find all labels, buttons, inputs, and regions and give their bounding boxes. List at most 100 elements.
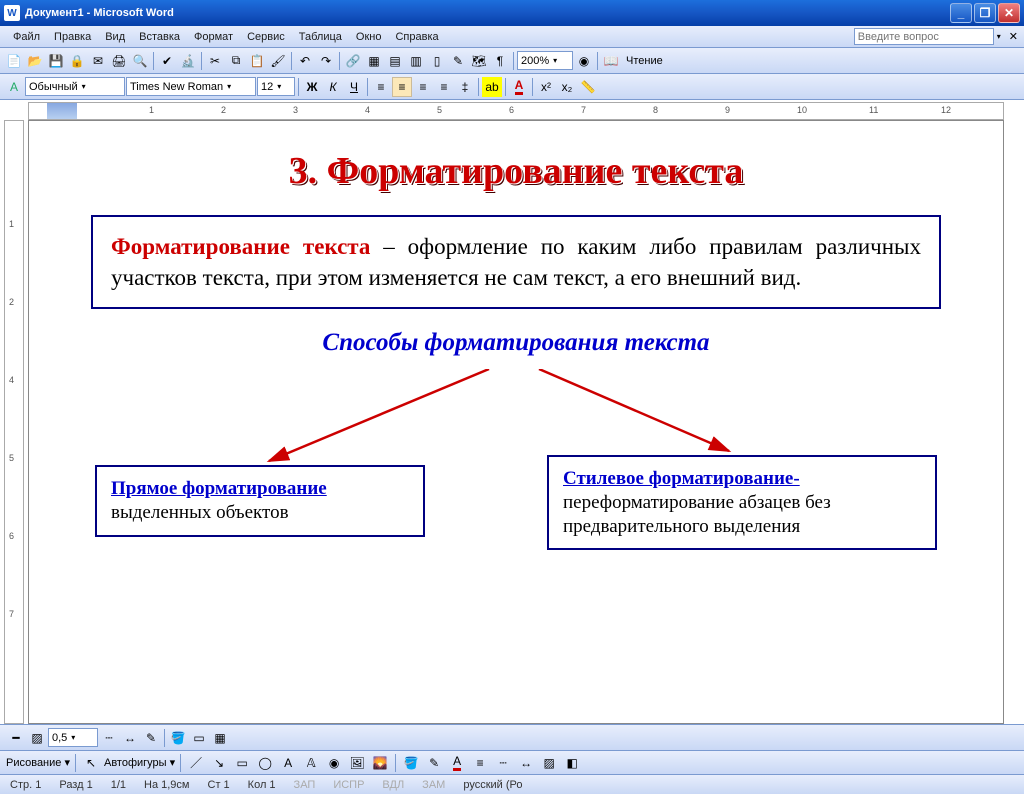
justify-icon[interactable]: ≡	[434, 77, 454, 97]
menu-tools[interactable]: Сервис	[240, 29, 292, 45]
fill-color-icon[interactable]: 🪣	[168, 728, 188, 748]
menu-file[interactable]: Файл	[6, 29, 47, 45]
rect-tool-icon[interactable]: ▭	[232, 753, 252, 773]
minimize-button[interactable]: _	[950, 3, 972, 23]
shadow-icon[interactable]: ▨	[27, 728, 47, 748]
menu-table[interactable]: Таблица	[292, 29, 349, 45]
ruler-h-num: 7	[581, 105, 586, 115]
formatting-toolbar: A Обычный▾ Times New Roman▾ 12▾ Ж К Ч ≡ …	[0, 74, 1024, 100]
docmap-icon[interactable]: 🗺	[469, 51, 489, 71]
reading-label[interactable]: Чтение	[622, 55, 667, 67]
cut-icon[interactable]: ✂	[205, 51, 225, 71]
horizontal-ruler[interactable]: 123456789101112	[28, 102, 1004, 120]
shadow2-icon[interactable]: ▨	[539, 753, 559, 773]
menu-view[interactable]: Вид	[98, 29, 132, 45]
title-bar: W Документ1 - Microsoft Word _ ❐ ✕	[0, 0, 1024, 26]
hyperlink-icon[interactable]: 🔗	[343, 51, 363, 71]
3d-icon[interactable]: ◧	[562, 753, 582, 773]
status-lang[interactable]: русский (Ро	[463, 779, 522, 791]
drawing-icon[interactable]: ✎	[448, 51, 468, 71]
dashstyle-icon[interactable]: ┄	[493, 753, 513, 773]
font-color-icon[interactable]: A	[509, 77, 529, 97]
fill-icon[interactable]: 🪣	[401, 753, 421, 773]
textbox-tool-icon[interactable]: A	[278, 753, 298, 773]
bold-button[interactable]: Ж	[302, 77, 322, 97]
styles-pane-icon[interactable]: A	[4, 77, 24, 97]
underline-button[interactable]: Ч	[344, 77, 364, 97]
close-panel-icon[interactable]: ✕	[1009, 30, 1018, 43]
linecolor-icon[interactable]: ✎	[424, 753, 444, 773]
arrow-style-icon[interactable]: ↔	[120, 728, 140, 748]
lineweight-icon[interactable]: ≡	[470, 753, 490, 773]
menu-format[interactable]: Формат	[187, 29, 240, 45]
insert-table-icon[interactable]: ▤	[385, 51, 405, 71]
page[interactable]: 3. Форматирование текста Форматирование …	[28, 120, 1004, 724]
status-rec[interactable]: ЗАП	[294, 779, 316, 791]
new-icon[interactable]: 📄	[4, 51, 24, 71]
mail-icon[interactable]: ✉	[88, 51, 108, 71]
columns-icon[interactable]: ▯	[427, 51, 447, 71]
border-icon[interactable]: ▭	[189, 728, 209, 748]
ruler-icon[interactable]: 📏	[578, 77, 598, 97]
status-ext[interactable]: ВДЛ	[382, 779, 404, 791]
menu-insert[interactable]: Вставка	[132, 29, 187, 45]
reading-icon[interactable]: 📖	[601, 51, 621, 71]
align-left-icon[interactable]: ≡	[371, 77, 391, 97]
style-combo[interactable]: Обычный▾	[25, 77, 125, 96]
size-combo[interactable]: 12▾	[257, 77, 295, 96]
line-spacing-icon[interactable]: ‡	[455, 77, 475, 97]
print-icon[interactable]: 🖨	[109, 51, 129, 71]
status-ovr[interactable]: ЗАМ	[422, 779, 445, 791]
redo-icon[interactable]: ↷	[316, 51, 336, 71]
superscript-icon[interactable]: x²	[536, 77, 556, 97]
undo-icon[interactable]: ↶	[295, 51, 315, 71]
line-color-icon[interactable]: ✎	[141, 728, 161, 748]
question-dropdown-icon[interactable]: ▾	[997, 32, 1001, 41]
paste-icon[interactable]: 📋	[247, 51, 267, 71]
align-right-icon[interactable]: ≡	[413, 77, 433, 97]
grid-icon[interactable]: ▦	[210, 728, 230, 748]
arrow-tool-icon[interactable]: ↘	[209, 753, 229, 773]
line-weight-combo[interactable]: 0,5▾	[48, 728, 98, 747]
menu-help[interactable]: Справка	[388, 29, 445, 45]
vertical-ruler[interactable]: 124567	[4, 120, 24, 724]
align-center-icon[interactable]: ≡	[392, 77, 412, 97]
highlight-icon[interactable]: ab	[482, 77, 502, 97]
font-combo[interactable]: Times New Roman▾	[126, 77, 256, 96]
zoom-combo[interactable]: 200%▾	[517, 51, 573, 70]
permissions-icon[interactable]: 🔒	[67, 51, 87, 71]
showhide-icon[interactable]: ¶	[490, 51, 510, 71]
select-icon[interactable]: ↖	[81, 753, 101, 773]
close-button[interactable]: ✕	[998, 3, 1020, 23]
excel-icon[interactable]: ▥	[406, 51, 426, 71]
line-dash-icon[interactable]: ┄	[99, 728, 119, 748]
wordart-icon[interactable]: 𝔸	[301, 753, 321, 773]
clipart-icon[interactable]: 🖼	[347, 753, 367, 773]
ask-question: ▾ ✕	[854, 28, 1018, 45]
oval-tool-icon[interactable]: ◯	[255, 753, 275, 773]
status-trk[interactable]: ИСПР	[333, 779, 364, 791]
formatpainter-icon[interactable]: 🖌	[268, 51, 288, 71]
subscript-icon[interactable]: x₂	[557, 77, 577, 97]
open-icon[interactable]: 📂	[25, 51, 45, 71]
diagram-icon[interactable]: ◉	[324, 753, 344, 773]
question-input[interactable]	[854, 28, 994, 45]
table-border-icon[interactable]: ▦	[364, 51, 384, 71]
line-style-icon[interactable]: ━	[6, 728, 26, 748]
preview-icon[interactable]: 🔍	[130, 51, 150, 71]
arrowstyle-icon[interactable]: ↔	[516, 753, 536, 773]
menu-window[interactable]: Окно	[349, 29, 389, 45]
autoshapes-menu[interactable]: Автофигуры ▾	[104, 756, 175, 769]
help-icon[interactable]: ◉	[574, 51, 594, 71]
drawing-menu[interactable]: Рисование ▾	[6, 756, 70, 769]
line-tool-icon[interactable]: ／	[186, 753, 206, 773]
picture-icon[interactable]: 🌄	[370, 753, 390, 773]
italic-button[interactable]: К	[323, 77, 343, 97]
menu-edit[interactable]: Правка	[47, 29, 98, 45]
save-icon[interactable]: 💾	[46, 51, 66, 71]
research-icon[interactable]: 🔬	[178, 51, 198, 71]
fontcolor2-icon[interactable]: A	[447, 753, 467, 773]
maximize-button[interactable]: ❐	[974, 3, 996, 23]
copy-icon[interactable]: ⧉	[226, 51, 246, 71]
spellcheck-icon[interactable]: ✔	[157, 51, 177, 71]
